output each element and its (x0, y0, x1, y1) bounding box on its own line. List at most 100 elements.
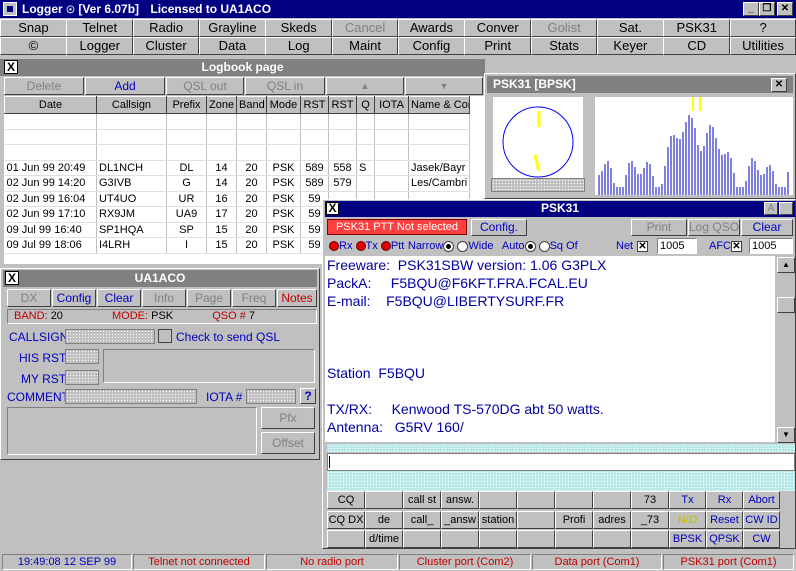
restore-button[interactable]: ❐ (759, 2, 775, 16)
dx-button[interactable]: DX (7, 289, 51, 307)
macro-button[interactable]: N/O (669, 511, 706, 529)
scroll-down-button[interactable]: ▼ (405, 77, 483, 95)
iota-input[interactable] (246, 389, 296, 404)
macro-button[interactable]: station (479, 511, 517, 529)
afc-checkbox[interactable]: ✕ (731, 241, 742, 252)
qsl-out-button[interactable]: QSL out (166, 77, 244, 95)
spectrum-display[interactable] (595, 97, 793, 195)
macro-button[interactable] (479, 491, 517, 509)
menu-awards-button[interactable]: Awards (398, 19, 465, 37)
notes-button[interactable]: Notes (277, 289, 317, 307)
add-button[interactable]: Add (85, 77, 165, 95)
tx-input[interactable] (327, 453, 795, 471)
minimize-button[interactable]: _ (743, 2, 759, 16)
page-button[interactable]: Page (187, 289, 231, 307)
callsign-input[interactable] (65, 329, 155, 344)
net-checkbox[interactable]: ✕ (637, 241, 648, 252)
macro-button[interactable]: Reset (706, 511, 743, 529)
macro-button[interactable]: de (365, 511, 403, 529)
qso-config-button[interactable]: Config (52, 289, 96, 307)
offset-button[interactable]: Offset (261, 432, 315, 454)
menu-skeds-button[interactable]: Skeds (265, 19, 333, 37)
macro-button[interactable]: CQ DX (327, 511, 365, 529)
menu-item-11-button[interactable]: ? (729, 19, 796, 37)
column-header[interactable]: Date (4, 96, 97, 114)
menu-keyer-button[interactable]: Keyer (597, 37, 664, 55)
macro-button[interactable]: BPSK (669, 530, 706, 548)
column-header[interactable]: Prefix (166, 96, 207, 114)
macro-button[interactable] (517, 511, 555, 529)
macro-button[interactable] (441, 530, 479, 548)
menu-radio-button[interactable]: Radio (132, 19, 200, 37)
macro-button[interactable] (517, 530, 555, 548)
column-header[interactable]: Name & Com (407, 96, 471, 114)
net-value-field[interactable]: 1005 (657, 238, 697, 254)
column-header[interactable]: Q (356, 96, 375, 114)
qso-clear-button[interactable]: Clear (97, 289, 141, 307)
menu-telnet-button[interactable]: Telnet (66, 19, 134, 37)
macro-button[interactable]: Abort (743, 491, 780, 509)
menu-cancel-button[interactable]: Cancel (331, 19, 399, 37)
his-rst-input[interactable] (65, 349, 99, 364)
column-header[interactable]: IOTA (374, 96, 409, 114)
macro-button[interactable]: call st (403, 491, 441, 509)
macro-button[interactable]: CW (743, 530, 780, 548)
psk31-a-button[interactable]: A (764, 202, 778, 215)
macro-button[interactable] (365, 491, 403, 509)
my-rst-input[interactable] (65, 370, 99, 385)
logbook-close-button[interactable]: X (4, 60, 18, 74)
psk31-terminal[interactable]: Freeware: PSK31SBW version: 1.06 G3PLX Pa… (325, 256, 775, 442)
wide-radio[interactable] (457, 240, 469, 252)
menu-maint-button[interactable]: Maint (331, 37, 399, 55)
auto-radio[interactable] (524, 240, 536, 252)
menu-data-button[interactable]: Data (199, 37, 266, 55)
macro-button[interactable] (555, 491, 593, 509)
psk31-extra-button[interactable] (779, 202, 793, 215)
log-qso-button[interactable]: Log QSO (688, 219, 740, 236)
macro-button[interactable] (631, 530, 669, 548)
column-header[interactable]: Mode (266, 96, 301, 114)
macro-button[interactable] (593, 491, 631, 509)
macro-button[interactable]: CQ (327, 491, 365, 509)
pfx-button[interactable]: Pfx (261, 407, 315, 429)
psk31-print-button[interactable]: Print (631, 219, 687, 236)
column-header[interactable]: Band (236, 96, 267, 114)
menu-log-button[interactable]: Log (265, 37, 333, 55)
menu-utilities-button[interactable]: Utilities (729, 37, 796, 55)
macro-button[interactable]: Profi (555, 511, 593, 529)
menu-cd-button[interactable]: CD (663, 37, 731, 55)
comment-input[interactable] (65, 389, 197, 404)
menu-golist-button[interactable]: Golist (530, 19, 598, 37)
macro-button[interactable]: call_ (403, 511, 441, 529)
scroll-up-button[interactable]: ▲ (326, 77, 404, 95)
menu-conver-button[interactable]: Conver (464, 19, 532, 37)
bpsk-close-button[interactable]: ✕ (771, 78, 787, 92)
send-qsl-checkbox[interactable] (158, 329, 172, 343)
menu-psk31-button[interactable]: PSK31 (663, 19, 731, 37)
menu-sat-button[interactable]: Sat. (597, 19, 664, 37)
macro-button[interactable]: d/time (365, 530, 403, 548)
delete-button[interactable]: Delete (4, 77, 84, 95)
qsl-in-button[interactable]: QSL in (245, 77, 325, 95)
afc-value-field[interactable]: 1005 (749, 238, 793, 254)
column-header[interactable]: RST (300, 96, 329, 114)
macro-button[interactable] (403, 530, 441, 548)
macro-button[interactable]: Rx (706, 491, 743, 509)
app-icon[interactable] (3, 2, 17, 16)
close-window-button[interactable]: ✕ (777, 2, 793, 16)
psk31-close-button[interactable]: X (326, 202, 339, 215)
macro-button[interactable] (327, 530, 365, 548)
help-button[interactable]: ? (300, 388, 316, 404)
qso-close-button[interactable]: X (5, 271, 19, 285)
freq-button[interactable]: Freq (232, 289, 276, 307)
macro-button[interactable]: _73 (631, 511, 669, 529)
menu-snap-button[interactable]: Snap (0, 19, 67, 37)
column-header[interactable]: RST (328, 96, 357, 114)
sqoff-radio[interactable] (538, 240, 550, 252)
menu-logger-button[interactable]: Logger (66, 37, 134, 55)
macro-button[interactable] (593, 530, 631, 548)
psk31-clear-button[interactable]: Clear (741, 219, 793, 236)
terminal-scroll-thumb[interactable] (777, 297, 795, 313)
macro-button[interactable]: 73 (631, 491, 669, 509)
terminal-scroll-down[interactable]: ▼ (777, 427, 795, 443)
